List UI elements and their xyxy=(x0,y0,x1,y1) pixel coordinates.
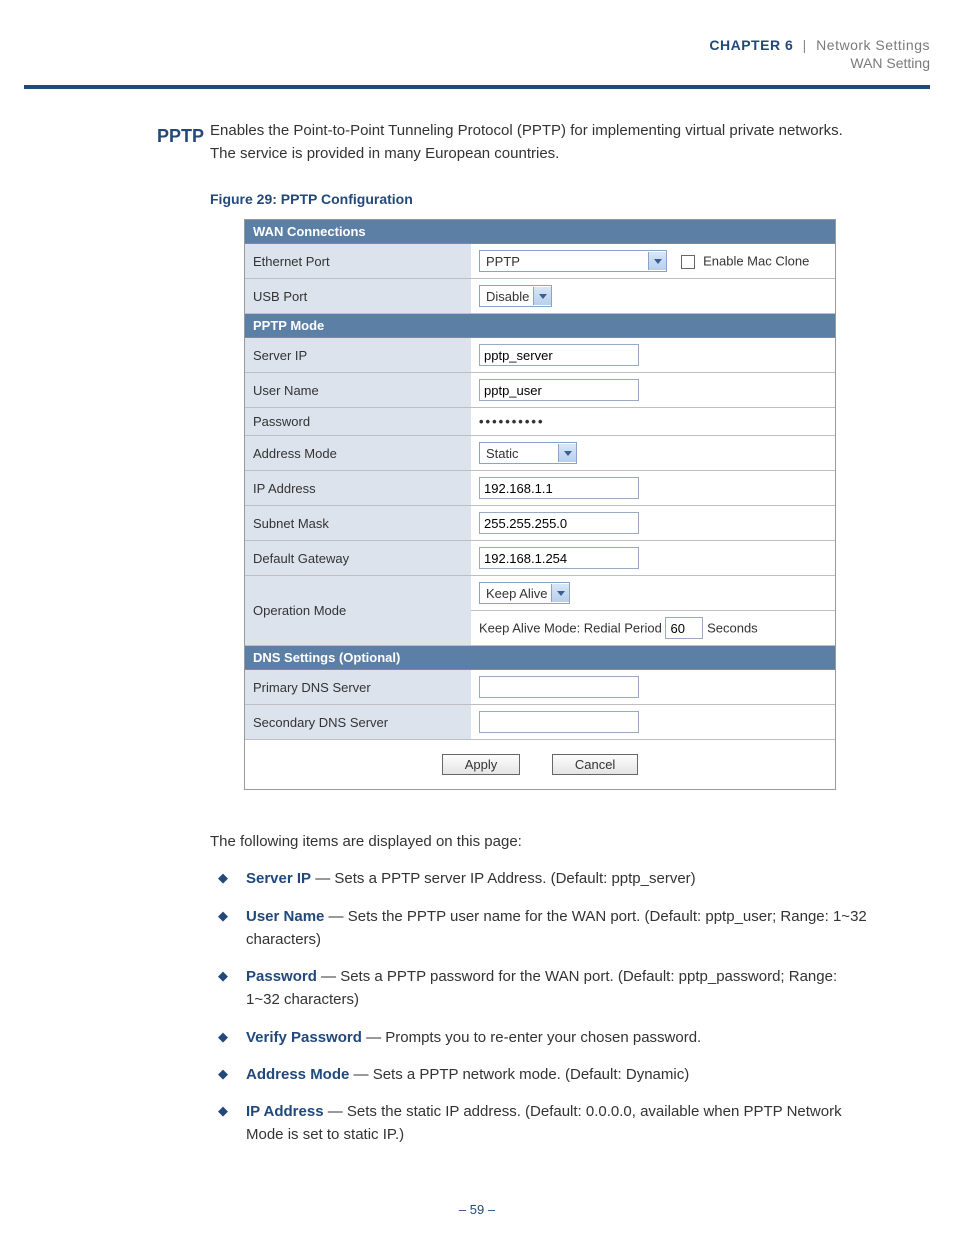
description-lead: The following items are displayed on thi… xyxy=(210,830,870,853)
secondary-dns-label: Secondary DNS Server xyxy=(245,705,471,740)
chevron-down-icon xyxy=(648,252,666,270)
item-desc: — Prompts you to re-enter your chosen pa… xyxy=(362,1029,701,1046)
header-subsection: WAN Setting xyxy=(24,55,930,71)
chevron-down-icon xyxy=(533,287,551,305)
cancel-button[interactable]: Cancel xyxy=(552,754,638,775)
user-name-label: User Name xyxy=(245,373,471,408)
content: PPTP Enables the Point-to-Point Tunnelin… xyxy=(210,120,870,1161)
enable-mac-clone-checkbox[interactable] xyxy=(681,255,695,269)
section-wan-connections: WAN Connections xyxy=(245,220,835,244)
item-desc: — Sets a PPTP password for the WAN port.… xyxy=(246,968,837,1008)
password-label: Password xyxy=(245,408,471,436)
list-item: Password — Sets a PPTP password for the … xyxy=(210,965,870,1012)
list-item: IP Address — Sets the static IP address.… xyxy=(210,1100,870,1147)
ethernet-port-select[interactable]: PPTP xyxy=(479,250,667,272)
default-gateway-label: Default Gateway xyxy=(245,541,471,576)
page-header: CHAPTER 6 | Network Settings WAN Setting xyxy=(24,37,930,89)
description-block: The following items are displayed on thi… xyxy=(210,830,870,1147)
operation-mode-select[interactable]: Keep Alive xyxy=(479,582,570,604)
side-label-pptp: PPTP xyxy=(134,126,204,147)
usb-port-label: USB Port xyxy=(245,279,471,314)
item-term: Address Mode xyxy=(246,1066,349,1083)
config-screenshot: WAN Connections Ethernet Port PPTP Enabl… xyxy=(244,219,836,790)
enable-mac-clone-label: Enable Mac Clone xyxy=(703,254,809,269)
primary-dns-input[interactable] xyxy=(479,676,639,698)
primary-dns-label: Primary DNS Server xyxy=(245,670,471,705)
redial-period-input[interactable] xyxy=(665,617,703,639)
chevron-down-icon xyxy=(551,584,569,602)
list-item: User Name — Sets the PPTP user name for … xyxy=(210,905,870,952)
operation-mode-label: Operation Mode xyxy=(245,576,471,646)
redial-label-suffix: Seconds xyxy=(707,621,758,636)
list-item: Address Mode — Sets a PPTP network mode.… xyxy=(210,1063,870,1086)
ip-address-input[interactable] xyxy=(479,477,639,499)
usb-port-select[interactable]: Disable xyxy=(479,285,552,307)
redial-label-prefix: Keep Alive Mode: Redial Period xyxy=(479,621,662,636)
password-value: •••••••••• xyxy=(479,414,545,429)
list-item: Verify Password — Prompts you to re-ente… xyxy=(210,1026,870,1049)
secondary-dns-input[interactable] xyxy=(479,711,639,733)
address-mode-label: Address Mode xyxy=(245,436,471,471)
item-term: Verify Password xyxy=(246,1029,362,1046)
subnet-mask-input[interactable] xyxy=(479,512,639,534)
section-dns-settings: DNS Settings (Optional) xyxy=(245,646,835,670)
address-mode-select[interactable]: Static xyxy=(479,442,577,464)
apply-button[interactable]: Apply xyxy=(442,754,521,775)
item-term: User Name xyxy=(246,908,324,925)
item-desc: — Sets a PPTP network mode. (Default: Dy… xyxy=(349,1066,689,1083)
chapter-word: CHAPTER xyxy=(709,37,780,53)
item-desc: — Sets the static IP address. (Default: … xyxy=(246,1103,842,1143)
ethernet-port-label: Ethernet Port xyxy=(245,244,471,279)
item-desc: — Sets the PPTP user name for the WAN po… xyxy=(246,908,867,948)
server-ip-input[interactable] xyxy=(479,344,639,366)
default-gateway-input[interactable] xyxy=(479,547,639,569)
item-term: Server IP xyxy=(246,870,311,887)
header-divider: | xyxy=(803,37,807,53)
user-name-input[interactable] xyxy=(479,379,639,401)
item-term: Password xyxy=(246,968,317,985)
item-term: IP Address xyxy=(246,1103,324,1120)
ip-address-label: IP Address xyxy=(245,471,471,506)
header-section: Network Settings xyxy=(816,37,930,53)
chapter-number: 6 xyxy=(785,37,793,53)
chevron-down-icon xyxy=(558,444,576,462)
figure-caption: Figure 29: PPTP Configuration xyxy=(210,191,870,207)
server-ip-label: Server IP xyxy=(245,338,471,373)
page: CHAPTER 6 | Network Settings WAN Setting… xyxy=(0,0,954,1235)
section-pptp-mode: PPTP Mode xyxy=(245,314,835,338)
page-number: – 59 – xyxy=(0,1202,954,1217)
subnet-mask-label: Subnet Mask xyxy=(245,506,471,541)
list-item: Server IP — Sets a PPTP server IP Addres… xyxy=(210,867,870,890)
pptp-intro: Enables the Point-to-Point Tunneling Pro… xyxy=(210,120,870,165)
item-desc: — Sets a PPTP server IP Address. (Defaul… xyxy=(311,870,696,887)
description-list: Server IP — Sets a PPTP server IP Addres… xyxy=(210,867,870,1146)
